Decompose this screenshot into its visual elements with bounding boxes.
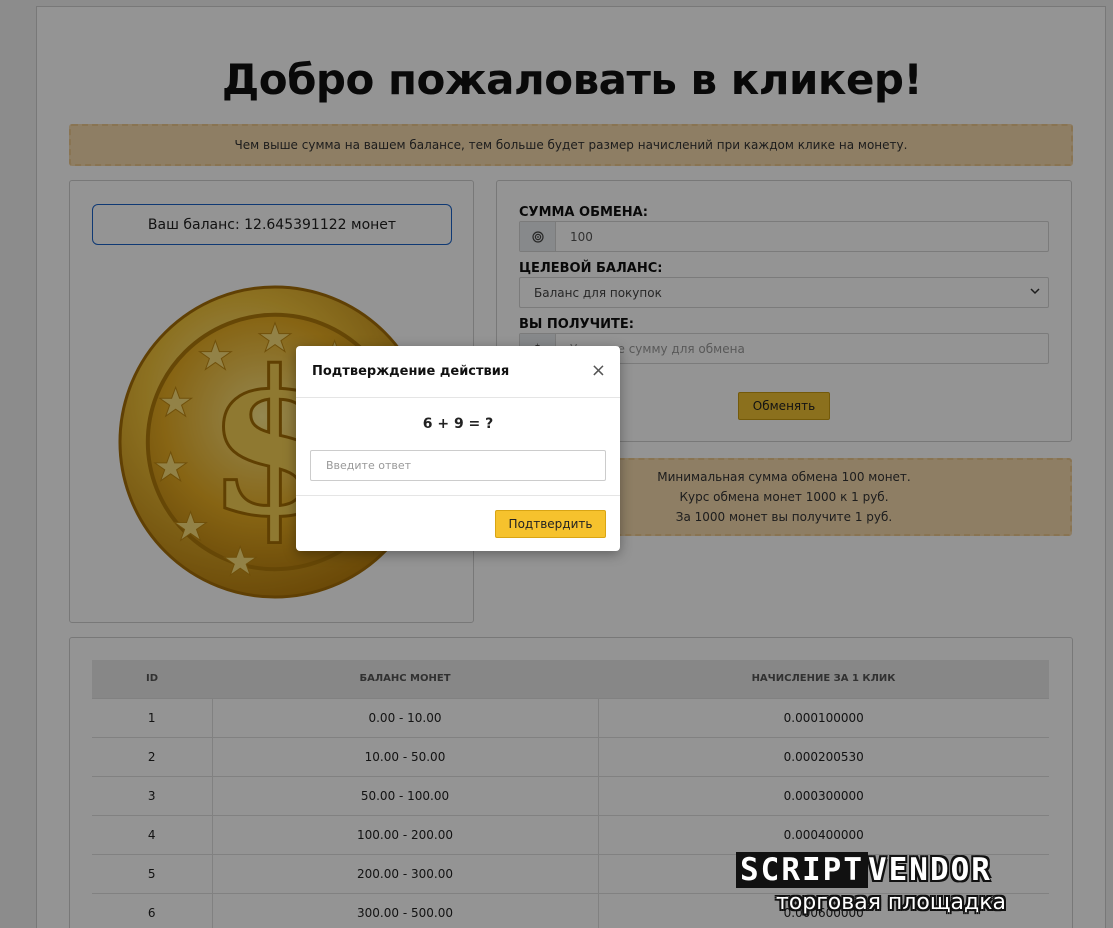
modal-header: Подтверждение действия × [296,346,620,398]
captcha-question: 6 + 9 = ? [422,416,494,432]
modal-title: Подтверждение действия [312,364,510,379]
confirm-modal: Подтверждение действия × 6 + 9 = ? Введи… [296,346,620,551]
watermark-brand-script: SCRIPT [736,852,868,888]
modal-footer: Подтвердить [296,495,620,551]
confirm-button[interactable]: Подтвердить [495,510,606,538]
answer-input[interactable]: Введите ответ [310,450,606,481]
watermark-logo: SCRIPT VENDOR торговая площадка [732,852,1107,922]
watermark-brand: SCRIPT VENDOR [736,852,992,888]
close-icon[interactable]: × [591,361,606,381]
watermark-subtitle: торговая площадка [776,890,1007,915]
watermark-brand-vendor: VENDOR [867,852,992,888]
